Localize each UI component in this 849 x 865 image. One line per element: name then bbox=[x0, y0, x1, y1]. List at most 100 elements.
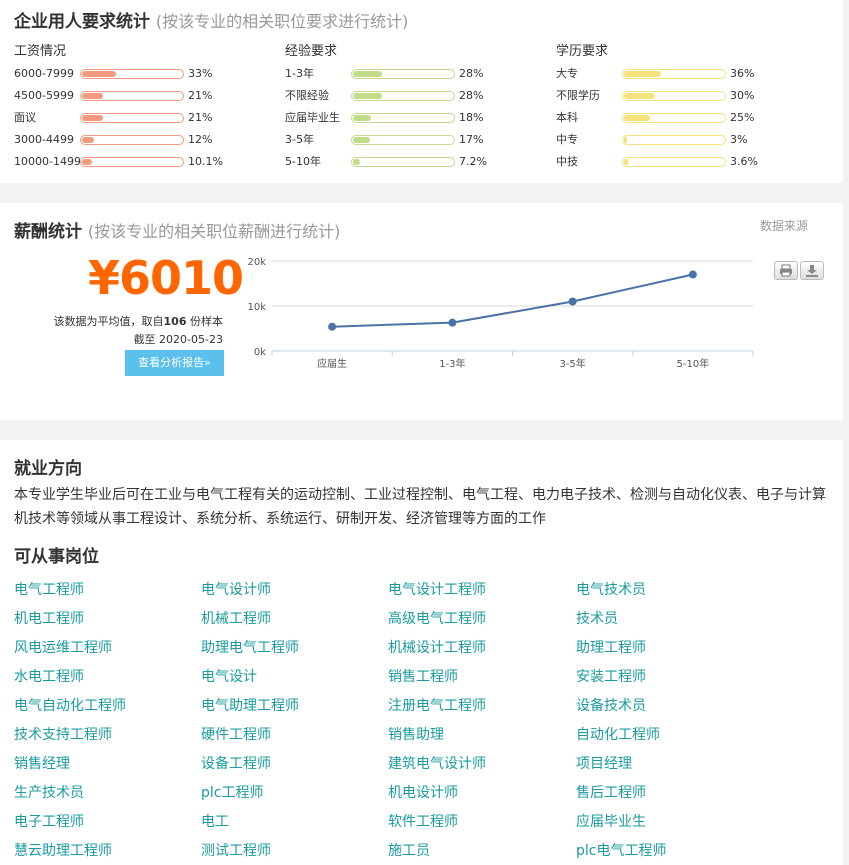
salary-panel: 薪酬统计 (按该专业的相关职位薪酬进行统计) 数据来源 ¥6010 该数据为平均… bbox=[0, 203, 843, 420]
job-link[interactable]: 电子工程师 bbox=[14, 811, 84, 831]
job-link[interactable]: 设备技术员 bbox=[576, 695, 646, 715]
career-title: 就业方向 bbox=[14, 459, 82, 479]
chart-ytick-label: 20k bbox=[247, 257, 266, 268]
job-link[interactable]: 生产技术员 bbox=[14, 782, 84, 802]
job-link[interactable]: 助理工程师 bbox=[576, 637, 646, 657]
stat-percent: 30% bbox=[730, 89, 755, 102]
job-link[interactable]: 设备工程师 bbox=[201, 753, 271, 773]
print-button[interactable] bbox=[774, 261, 798, 280]
job-link[interactable]: 销售助理 bbox=[388, 724, 444, 744]
stat-bar bbox=[80, 135, 184, 145]
job-link[interactable]: 售后工程师 bbox=[576, 782, 646, 802]
stat-percent: 28% bbox=[459, 67, 484, 80]
stat-bar-fill bbox=[82, 71, 116, 77]
chart-xtick-label: 应届生 bbox=[317, 357, 347, 370]
job-link[interactable]: 项目经理 bbox=[576, 753, 632, 773]
stat-bar-fill bbox=[353, 137, 371, 143]
stat-percent: 36% bbox=[730, 67, 755, 80]
job-link[interactable]: 测试工程师 bbox=[201, 840, 271, 860]
stat-bar bbox=[622, 69, 726, 79]
stat-bar bbox=[351, 113, 455, 123]
job-link[interactable]: 高级电气工程师 bbox=[388, 608, 486, 628]
print-icon bbox=[780, 264, 792, 277]
job-link[interactable]: 技术员 bbox=[576, 608, 618, 628]
salary-chart: 0k 10k 20k 应届生 1-3年 3-5年 5-10年 bbox=[247, 257, 754, 370]
job-link[interactable]: 自动化工程师 bbox=[576, 724, 660, 744]
stat-label: 4500-5999 bbox=[14, 89, 74, 102]
stat-percent: 12% bbox=[188, 133, 213, 146]
job-link[interactable]: 电气技术员 bbox=[576, 579, 646, 599]
stat-percent: 18% bbox=[459, 111, 484, 124]
job-link[interactable]: 软件工程师 bbox=[388, 811, 458, 831]
stat-percent: 21% bbox=[188, 111, 213, 124]
stat-bar-fill bbox=[353, 93, 382, 99]
stat-label: 面议 bbox=[14, 111, 36, 124]
download-button[interactable] bbox=[800, 261, 824, 280]
job-link[interactable]: plc电气工程师 bbox=[576, 840, 666, 860]
stat-bar-fill bbox=[353, 159, 361, 165]
job-link[interactable]: 电气自动化工程师 bbox=[14, 695, 126, 715]
chart-point bbox=[568, 297, 577, 306]
job-link[interactable]: 电气设计 bbox=[201, 666, 257, 686]
job-link[interactable]: 电气工程师 bbox=[14, 579, 84, 599]
stat-label: 5-10年 bbox=[285, 155, 321, 168]
salary-stat-row: 面议 21% bbox=[14, 110, 254, 126]
stat-percent: 17% bbox=[459, 133, 484, 146]
stat-percent: 7.2% bbox=[459, 155, 487, 168]
career-description: 本专业学生毕业后可在工业与电气工程有关的运动控制、工业过程控制、电气工程、电力电… bbox=[14, 487, 826, 527]
chart-point bbox=[688, 270, 697, 279]
job-link[interactable]: 硬件工程师 bbox=[201, 724, 271, 744]
salary-title: 薪酬统计 (按该专业的相关职位薪酬进行统计) bbox=[14, 217, 340, 242]
job-link[interactable]: 电气设计工程师 bbox=[388, 579, 486, 599]
job-link[interactable]: 安装工程师 bbox=[576, 666, 646, 686]
stat-bar bbox=[622, 91, 726, 101]
stat-label: 1-3年 bbox=[285, 67, 314, 80]
experience-stat-row: 3-5年 17% bbox=[285, 132, 525, 148]
stat-label: 3-5年 bbox=[285, 133, 314, 146]
job-link[interactable]: 风电运维工程师 bbox=[14, 637, 112, 657]
job-link[interactable]: 施工员 bbox=[388, 840, 430, 860]
stat-bar-fill bbox=[82, 115, 104, 121]
job-link[interactable]: 销售工程师 bbox=[388, 666, 458, 686]
job-link[interactable]: 应届毕业生 bbox=[576, 811, 646, 831]
job-link[interactable]: 机电设计师 bbox=[388, 782, 458, 802]
job-link[interactable]: 建筑电气设计师 bbox=[388, 753, 486, 773]
job-link[interactable]: 电气助理工程师 bbox=[201, 695, 299, 715]
experience-stat-row: 不限经验 28% bbox=[285, 88, 525, 104]
job-link[interactable]: 电工 bbox=[201, 811, 229, 831]
chart-ytick-label: 10k bbox=[247, 302, 266, 313]
view-report-button[interactable]: 查看分析报告» bbox=[125, 350, 224, 376]
experience-stat-row: 5-10年 7.2% bbox=[285, 154, 525, 170]
education-stat-row: 不限学历 30% bbox=[556, 88, 796, 104]
requirements-subtitle: (按该专业的相关职位要求进行统计) bbox=[155, 12, 409, 31]
requirements-title-text: 企业用人要求统计 bbox=[14, 12, 150, 32]
requirements-panel: 企业用人要求统计 (按该专业的相关职位要求进行统计) 工资情况 6000-7999… bbox=[0, 0, 843, 183]
job-link[interactable]: 销售经理 bbox=[14, 753, 70, 773]
job-link[interactable]: 注册电气工程师 bbox=[388, 695, 486, 715]
stat-label: 不限学历 bbox=[556, 89, 600, 102]
job-link[interactable]: 电气设计师 bbox=[201, 579, 271, 599]
stat-bar-fill bbox=[624, 137, 628, 143]
salary-subtitle: (按该专业的相关职位薪酬进行统计) bbox=[87, 222, 341, 241]
stat-bar-fill bbox=[624, 71, 661, 77]
job-link[interactable]: 机电工程师 bbox=[14, 608, 84, 628]
data-source-link[interactable]: 数据来源 bbox=[760, 217, 808, 234]
chart-xtick-label: 5-10年 bbox=[677, 357, 710, 370]
job-link[interactable]: 机械工程师 bbox=[201, 608, 271, 628]
stat-bar-fill bbox=[82, 137, 95, 143]
stat-percent: 10.1% bbox=[188, 155, 223, 168]
stat-percent: 33% bbox=[188, 67, 213, 80]
job-link[interactable]: 机械设计工程师 bbox=[388, 637, 486, 657]
job-link[interactable]: 技术支持工程师 bbox=[14, 724, 112, 744]
stat-label: 不限经验 bbox=[285, 89, 329, 102]
chart-point bbox=[448, 318, 457, 327]
job-link[interactable]: 慧云助理工程师 bbox=[14, 840, 112, 860]
stat-bar bbox=[622, 113, 726, 123]
job-link[interactable]: 助理电气工程师 bbox=[201, 637, 299, 657]
stat-bar-fill bbox=[624, 93, 655, 99]
salary-stats-title: 工资情况 bbox=[14, 44, 67, 59]
job-link[interactable]: 水电工程师 bbox=[14, 666, 84, 686]
job-link[interactable]: plc工程师 bbox=[201, 782, 263, 802]
stat-bar bbox=[80, 157, 184, 167]
salary-stat-row: 6000-7999 33% bbox=[14, 66, 254, 82]
